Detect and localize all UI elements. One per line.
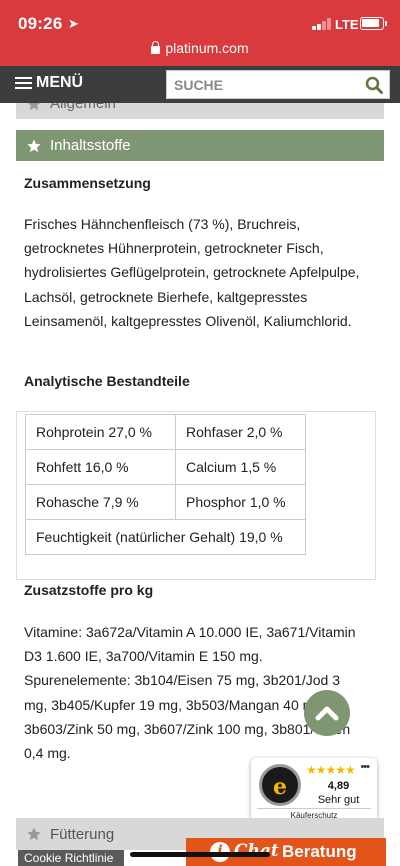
composition-text: Frisches Hähnchenfleisch (73 %), Bruchre… bbox=[24, 216, 360, 329]
trusted-shops-seal-icon: e bbox=[259, 764, 301, 806]
network-type: LTE bbox=[335, 17, 359, 32]
table-cell: Phosphor 1,0 % bbox=[175, 484, 306, 520]
table-cell: Rohfett 16,0 % bbox=[25, 449, 176, 485]
accordion-inhaltsstoffe[interactable]: Inhaltsstoffe bbox=[16, 130, 384, 161]
star-icon bbox=[27, 138, 41, 152]
chat-label: Chat bbox=[234, 841, 279, 861]
chat-label-consult: Beratung bbox=[282, 842, 357, 861]
table-row: Feuchtigkeit (natürlicher Gehalt) 19,0 % bbox=[25, 519, 306, 555]
url-bar[interactable]: platinum.com bbox=[0, 40, 400, 56]
scroll-top-button[interactable] bbox=[304, 690, 350, 736]
search-icon[interactable] bbox=[365, 76, 383, 94]
lock-icon bbox=[151, 41, 161, 54]
rating-label: Sehr gut bbox=[317, 794, 360, 806]
search-input[interactable] bbox=[167, 71, 347, 98]
table-cell: Rohprotein 27,0 % bbox=[25, 414, 176, 450]
rating-score: 4,89 bbox=[327, 780, 350, 792]
browser-top-bar: 09:26 ➤ LTE platinum.com bbox=[0, 0, 400, 66]
url-text: platinum.com bbox=[165, 40, 249, 56]
table-cell: Rohasche 7,9 % bbox=[25, 484, 176, 520]
search-box bbox=[166, 70, 390, 99]
menu-button[interactable]: MENÜ bbox=[15, 74, 83, 92]
trusted-shops-badge[interactable]: e ★★★★★ ••• 4,89 Sehr gut Käuferschutz bbox=[251, 758, 377, 822]
table-row: Rohprotein 27,0 % Rohfaser 2,0 % bbox=[25, 414, 306, 450]
menu-label: MENÜ bbox=[36, 74, 84, 91]
table-cell: Calcium 1,5 % bbox=[175, 449, 306, 485]
analysis-table-wrapper: Rohprotein 27,0 % Rohfaser 2,0 % Rohfett… bbox=[16, 411, 376, 580]
location-icon: ➤ bbox=[68, 16, 79, 31]
rating-stars: ★★★★★ bbox=[306, 763, 356, 777]
status-time: 09:26 bbox=[18, 14, 63, 33]
analysis-table: Rohprotein 27,0 % Rohfaser 2,0 % Rohfett… bbox=[25, 414, 306, 555]
star-icon bbox=[27, 827, 41, 841]
nav-layer: MENÜ bbox=[0, 66, 400, 103]
battery-icon bbox=[360, 17, 387, 30]
home-indicator bbox=[130, 852, 270, 857]
table-cell-full: Feuchtigkeit (natürlicher Gehalt) 19,0 % bbox=[25, 519, 306, 555]
section-heading-analytische: Analytische Bestandteile bbox=[24, 373, 190, 389]
hamburger-icon bbox=[15, 76, 32, 90]
accordion-label: Fütterung bbox=[50, 825, 115, 843]
table-row: Rohasche 7,9 % Phosphor 1,0 % bbox=[25, 484, 306, 520]
more-icon: ••• bbox=[360, 761, 370, 773]
accordion-label: Inhaltsstoffe bbox=[50, 137, 131, 154]
table-cell: Rohfaser 2,0 % bbox=[175, 414, 306, 450]
signal-icon bbox=[312, 18, 332, 30]
additives-text: Vitamine: 3a672a/Vitamin A 10.000 IE, 3a… bbox=[24, 624, 356, 762]
table-row: Rohfett 16,0 % Calcium 1,5 % bbox=[25, 449, 306, 485]
section-heading-zusammensetzung: Zusammensetzung bbox=[24, 175, 151, 191]
section-heading-zusatzstoffe: Zusatzstoffe pro kg bbox=[24, 582, 154, 598]
cookie-policy-link[interactable]: Cookie Richtlinie bbox=[18, 850, 124, 866]
divider bbox=[257, 808, 371, 809]
chevron-up-icon bbox=[315, 706, 339, 721]
